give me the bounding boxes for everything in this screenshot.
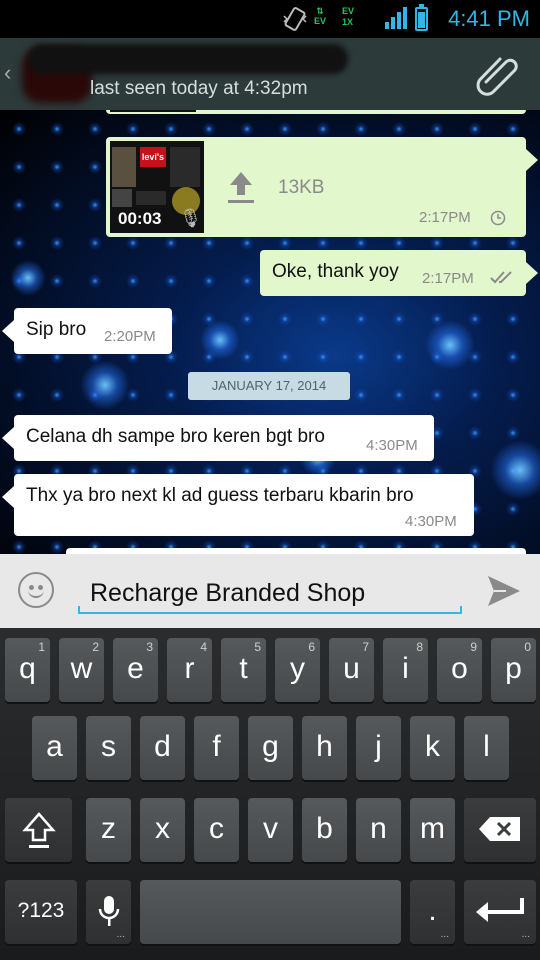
message-text: Oke, thank yoy	[272, 261, 399, 282]
message-time: 2:17PM	[419, 209, 471, 226]
composer-bar	[0, 554, 540, 628]
back-icon[interactable]: ‹	[4, 60, 11, 86]
video-thumbnail[interactable]: levi's 00:03 🎙	[110, 141, 204, 233]
enter-icon	[476, 898, 524, 922]
message-input[interactable]	[78, 568, 462, 614]
period-key[interactable]: ....	[410, 880, 455, 944]
key-j[interactable]: j	[356, 716, 401, 780]
message-bubble-incoming[interactable]: Celana dh sampe bro keren bgt bro 4:30PM	[2, 415, 434, 461]
file-size: 13KB	[278, 177, 325, 198]
last-seen-status: last seen today at 4:32pm	[90, 78, 308, 99]
key-h[interactable]: h	[302, 716, 347, 780]
key-e[interactable]: e3	[113, 638, 158, 702]
data-arrows-icon: ⇅ EV	[314, 6, 327, 26]
battery-icon	[415, 4, 428, 31]
message-time: 2:17PM	[422, 270, 474, 287]
shift-key[interactable]	[5, 798, 72, 862]
key-y[interactable]: y6	[275, 638, 320, 702]
upload-icon[interactable]	[226, 169, 256, 205]
emoji-icon[interactable]	[18, 572, 54, 608]
background-glow	[425, 320, 475, 370]
status-bar: ⇅ EV EV 1X 4:41 PM	[0, 0, 540, 38]
soft-keyboard: q1 w2 e3 r4 t5 y6 u7 i8 o9 p0 a s d f g …	[0, 628, 540, 960]
clock-icon	[490, 210, 506, 226]
key-q[interactable]: q1	[5, 638, 50, 702]
key-l[interactable]: l	[464, 716, 509, 780]
key-n[interactable]: n	[356, 798, 401, 862]
key-m[interactable]: m	[410, 798, 455, 862]
attach-icon[interactable]	[476, 56, 520, 96]
backspace-icon	[479, 817, 520, 841]
key-k[interactable]: k	[410, 716, 455, 780]
key-v[interactable]: v	[248, 798, 293, 862]
key-o[interactable]: o9	[437, 638, 482, 702]
key-f[interactable]: f	[194, 716, 239, 780]
key-r[interactable]: r4	[167, 638, 212, 702]
input-underline-edge	[460, 606, 462, 614]
key-u[interactable]: u7	[329, 638, 374, 702]
message-text: Thx ya bro next kl ad guess terbaru kbar…	[26, 485, 414, 506]
symbols-key[interactable]: ?123	[5, 880, 77, 944]
signal-icon	[385, 7, 407, 29]
enter-key[interactable]: ...	[464, 880, 536, 944]
background-glow	[200, 320, 240, 360]
mic-icon: 🎙	[179, 208, 202, 228]
key-d[interactable]: d	[140, 716, 185, 780]
voice-input-key[interactable]: ...	[86, 880, 131, 944]
background-glow	[80, 360, 130, 410]
key-w[interactable]: w2	[59, 638, 104, 702]
message-bubble-partial[interactable]	[106, 110, 526, 114]
video-message-bubble[interactable]: levi's 00:03 🎙 13KB 2:17PM	[106, 137, 538, 237]
key-x[interactable]: x	[140, 798, 185, 862]
chat-header[interactable]: ‹ last seen today at 4:32pm	[0, 38, 540, 110]
vibrate-icon	[283, 7, 307, 31]
double-check-icon	[490, 271, 512, 284]
message-bubble-incoming[interactable]: Sip bro 2:20PM	[2, 308, 172, 354]
date-divider: JANUARY 17, 2014	[188, 372, 350, 400]
message-time: 2:20PM	[104, 328, 156, 345]
background-glow	[10, 260, 46, 296]
message-time: 4:30PM	[405, 513, 457, 530]
key-z[interactable]: z	[86, 798, 131, 862]
status-time: 4:41 PM	[448, 6, 530, 31]
key-t[interactable]: t5	[221, 638, 266, 702]
key-c[interactable]: c	[194, 798, 239, 862]
key-i[interactable]: i8	[383, 638, 428, 702]
mic-icon	[98, 896, 119, 926]
background-glow	[490, 440, 540, 500]
space-key[interactable]	[140, 880, 401, 944]
input-underline-edge	[78, 606, 80, 614]
contact-name[interactable]	[28, 44, 348, 74]
key-b[interactable]: b	[302, 798, 347, 862]
chat-area[interactable]: levi's 00:03 🎙 13KB 2:17PM Oke, thank yo…	[0, 110, 540, 554]
message-text: Celana dh sampe bro keren bgt bro	[26, 426, 325, 447]
key-p[interactable]: p0	[491, 638, 536, 702]
network-type-indicator: EV 1X	[342, 6, 355, 27]
send-icon[interactable]	[486, 574, 522, 608]
brand-logo: levi's	[140, 147, 166, 167]
message-time: 4:30PM	[366, 437, 418, 454]
key-a[interactable]: a	[32, 716, 77, 780]
key-s[interactable]: s	[86, 716, 131, 780]
shift-icon	[21, 812, 56, 848]
video-duration: 00:03	[118, 209, 162, 228]
key-g[interactable]: g	[248, 716, 293, 780]
message-bubble-incoming[interactable]: Thx ya bro next kl ad guess terbaru kbar…	[2, 474, 474, 536]
backspace-key[interactable]	[464, 798, 536, 862]
message-text: Sip bro	[26, 319, 87, 340]
message-bubble-outgoing[interactable]: Oke, thank yoy 2:17PM	[260, 250, 538, 296]
